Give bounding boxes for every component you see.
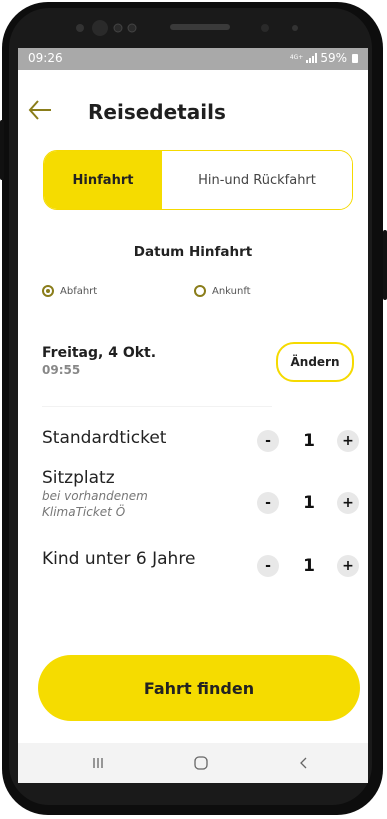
app-screen: 09:26 4G+ 59% Reisedetails Hinfahrt Hin-… xyxy=(18,48,368,743)
quantity-stepper-child: - 1 + xyxy=(253,553,363,579)
battery-icon xyxy=(352,53,358,63)
volume-button xyxy=(0,120,4,180)
time-text: 09:55 xyxy=(42,363,81,377)
radio-ankunft-label: Ankunft xyxy=(212,285,251,297)
radio-unchecked-icon[interactable] xyxy=(194,285,206,297)
increment-button[interactable]: + xyxy=(337,555,359,577)
radio-abfahrt[interactable]: Abfahrt xyxy=(42,285,97,297)
trip-type-tabs: Hinfahrt Hin-und Rückfahrt xyxy=(43,150,353,210)
divider xyxy=(42,406,272,407)
radio-abfahrt-label: Abfahrt xyxy=(60,285,98,297)
find-trip-button[interactable]: Fahrt finden xyxy=(38,655,360,721)
tab-hin-und-rueckfahrt[interactable]: Hin-und Rückfahrt xyxy=(162,151,352,209)
home-icon[interactable] xyxy=(181,751,221,775)
radio-ankunft[interactable]: Ankunft xyxy=(194,285,251,297)
selected-date: Freitag, 4 Okt. 09:55 xyxy=(42,345,156,377)
system-nav-bar xyxy=(18,743,368,783)
decrement-button[interactable]: - xyxy=(257,555,279,577)
increment-button[interactable]: + xyxy=(337,492,359,514)
quantity-stepper-standard: - 1 + xyxy=(253,428,363,454)
quantity-stepper-seat: - 1 + xyxy=(253,490,363,516)
back-icon[interactable] xyxy=(284,751,324,775)
battery-level: 59% xyxy=(320,51,347,65)
passenger-label-child: Kind unter 6 Jahre xyxy=(42,549,196,569)
tab-hinfahrt[interactable]: Hinfahrt xyxy=(44,151,162,209)
quantity-value: 1 xyxy=(303,556,315,576)
radio-checked-icon[interactable] xyxy=(42,285,54,297)
date-heading: Datum Hinfahrt xyxy=(133,244,253,260)
seat-sublabel: bei vorhandenem KlimaTicket Ö xyxy=(42,489,148,519)
seat-label: Sitzplatz xyxy=(42,468,115,488)
recent-apps-icon[interactable] xyxy=(78,751,118,775)
change-date-button[interactable]: Ändern xyxy=(276,342,354,382)
decrement-button[interactable]: - xyxy=(257,430,279,452)
status-time: 09:26 xyxy=(28,51,63,65)
network-type: 4G+ xyxy=(289,54,304,61)
decrement-button[interactable]: - xyxy=(257,492,279,514)
status-indicators: 4G+ 59% xyxy=(290,51,358,65)
page-title: Reisedetails xyxy=(88,100,226,124)
signal-icon xyxy=(306,53,318,63)
status-bar: 09:26 4G+ 59% xyxy=(18,48,368,70)
power-button xyxy=(383,230,387,300)
date-text: Freitag, 4 Okt. xyxy=(42,345,157,361)
quantity-value: 1 xyxy=(303,493,315,513)
passenger-label-standard: Standardticket xyxy=(42,428,167,448)
increment-button[interactable]: + xyxy=(337,430,359,452)
camera-bar xyxy=(76,20,298,36)
back-arrow-icon[interactable] xyxy=(26,96,54,124)
passenger-label-seat: Sitzplatz bei vorhandenem KlimaTicket Ö xyxy=(42,468,202,520)
quantity-value: 1 xyxy=(303,431,315,451)
